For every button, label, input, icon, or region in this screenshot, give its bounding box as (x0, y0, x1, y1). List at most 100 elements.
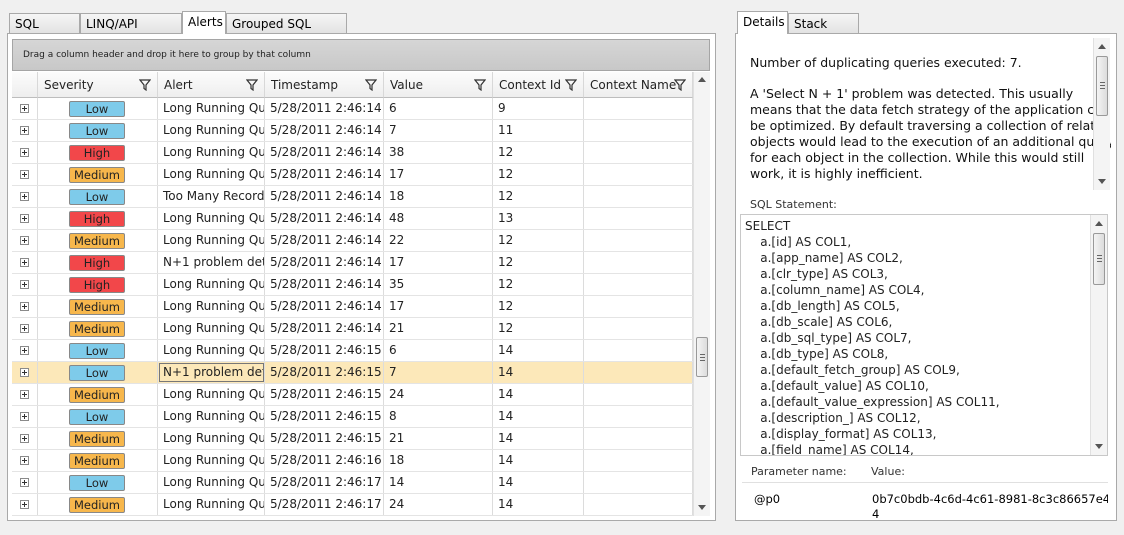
tab-grouped-sql-events[interactable]: Grouped SQL Events (226, 13, 347, 51)
expand-icon[interactable] (20, 456, 29, 465)
column-header-context-id[interactable]: Context Id (493, 72, 584, 98)
expand-icon[interactable] (20, 412, 29, 421)
expand-icon[interactable] (20, 126, 29, 135)
expand-cell[interactable] (12, 164, 38, 185)
expand-cell[interactable] (12, 362, 38, 383)
expand-cell[interactable] (12, 120, 38, 141)
group-by-panel[interactable]: Drag a column header and drop it here to… (12, 39, 710, 71)
table-row[interactable]: Low Long Running Que5/28/2011 2:46:14 AM7… (12, 120, 693, 142)
expand-icon[interactable] (20, 390, 29, 399)
table-row[interactable]: Medium Long Running Que 5/28/2011 2:46:14 … (12, 164, 693, 186)
timestamp-cell: 5/28/2011 2:46:15 AM (265, 384, 384, 405)
expand-icon[interactable] (20, 170, 29, 179)
sql-line: a.[field_name] AS COL14, (745, 443, 914, 456)
table-row[interactable]: High Long Running Que5/28/2011 2:46:14 AM… (12, 208, 693, 230)
scroll-thumb[interactable] (1096, 56, 1108, 116)
expand-cell[interactable] (12, 384, 38, 405)
expand-cell[interactable] (12, 318, 38, 339)
scroll-down-arrow[interactable] (1095, 444, 1103, 449)
expand-icon[interactable] (20, 214, 29, 223)
alert-cell: Long Running Que (158, 98, 265, 119)
table-row[interactable]: Medium Long Running Que 5/28/2011 2:46:15 … (12, 384, 693, 406)
timestamp-cell: 5/28/2011 2:46:15 AM (265, 428, 384, 449)
expand-cell[interactable] (12, 142, 38, 163)
column-header-alert[interactable]: Alert (158, 72, 265, 98)
table-row[interactable]: LowLong Running Que5/28/2011 2:46:17 AM1… (12, 472, 693, 494)
tab-sql-events[interactable]: SQL Events (9, 13, 80, 51)
expand-icon[interactable] (20, 346, 29, 355)
grid-vertical-scrollbar[interactable] (693, 72, 710, 516)
scroll-down-arrow[interactable] (698, 505, 706, 510)
scroll-up-arrow[interactable] (698, 77, 706, 82)
context-name-cell (584, 406, 693, 427)
sql-statement-box[interactable]: SELECT a.[id] AS COL1, a.[app_name] AS C… (740, 214, 1108, 456)
table-row[interactable]: Medium Long Running Que 5/28/2011 2:46:14 … (12, 318, 693, 340)
table-row[interactable]: Medium Long Running Que 5/28/2011 2:46:14 … (12, 296, 693, 318)
expand-icon[interactable] (20, 500, 29, 509)
expand-icon[interactable] (20, 148, 29, 157)
scroll-thumb[interactable] (1093, 233, 1105, 285)
expand-cell[interactable] (12, 450, 38, 471)
expand-icon[interactable] (20, 236, 29, 245)
alert-cell: Long Running Que (158, 142, 265, 163)
column-header-timestamp[interactable]: Timestamp (265, 72, 384, 98)
table-row[interactable]: Medium Long Running Que 5/28/2011 2:46:16 … (12, 450, 693, 472)
filter-icon[interactable] (674, 79, 686, 91)
expand-icon[interactable] (20, 368, 29, 377)
table-row[interactable]: Low Long Running Que5/28/2011 2:46:15 AM8… (12, 406, 693, 428)
grip-line (700, 360, 705, 361)
column-header-context-name[interactable]: Context Name (584, 72, 693, 98)
filter-icon[interactable] (474, 79, 486, 91)
expand-cell[interactable] (12, 494, 38, 515)
expand-cell[interactable] (12, 340, 38, 361)
scroll-up-arrow[interactable] (1098, 44, 1106, 49)
expand-icon[interactable] (20, 104, 29, 113)
filter-icon[interactable] (139, 79, 151, 91)
expand-cell[interactable] (12, 296, 38, 317)
table-row[interactable]: High Long Running Que5/28/2011 2:46:14 AM… (12, 274, 693, 296)
table-row[interactable]: Medium Long Running Que 5/28/2011 2:46:15 … (12, 428, 693, 450)
expand-cell[interactable] (12, 208, 38, 229)
scroll-down-arrow[interactable] (1098, 179, 1106, 184)
expand-icon[interactable] (20, 302, 29, 311)
expand-icon[interactable] (20, 434, 29, 443)
scroll-up-arrow[interactable] (1095, 221, 1103, 226)
expand-icon[interactable] (20, 258, 29, 267)
expand-cell[interactable] (12, 472, 38, 493)
expand-cell[interactable] (12, 252, 38, 273)
expand-cell[interactable] (12, 230, 38, 251)
expand-cell[interactable] (12, 428, 38, 449)
column-header-severity[interactable]: Severity (38, 72, 158, 98)
parameter-row[interactable]: @p0 0b7c0bdb-4c6d-4c61-8981-8c3c86657e4 … (742, 482, 1108, 518)
expand-icon[interactable] (20, 478, 29, 487)
sql-scrollbar[interactable] (1090, 215, 1107, 455)
scroll-thumb[interactable] (696, 337, 708, 377)
sql-line: a.[clr_type] AS COL3, (745, 267, 888, 281)
filter-icon[interactable] (565, 79, 577, 91)
table-row[interactable]: High N+1 problem dete5/28/2011 2:46:14 AM… (12, 252, 693, 274)
column-header-value[interactable]: Value (384, 72, 493, 98)
tab-details[interactable]: Details (737, 11, 788, 34)
description-scrollbar[interactable] (1093, 38, 1110, 190)
expand-cell[interactable] (12, 274, 38, 295)
table-row[interactable]: High Long Running Que5/28/2011 2:46:14 AM… (12, 142, 693, 164)
tab-stack-trace[interactable]: Stack Trace (788, 13, 859, 51)
tab-linq-api-events[interactable]: LINQ/API Events (80, 13, 182, 51)
table-row[interactable]: LowToo Many Records5/28/2011 2:46:14 AM1… (12, 186, 693, 208)
table-row[interactable]: Medium Long Running Que 5/28/2011 2:46:17 … (12, 494, 693, 516)
table-row[interactable]: Low N+1 problem dete5/28/2011 2:46:15 AM7… (12, 362, 693, 384)
filter-icon[interactable] (246, 79, 258, 91)
tab-alerts[interactable]: Alerts (182, 11, 226, 34)
expand-cell[interactable] (12, 98, 38, 119)
expand-icon[interactable] (20, 192, 29, 201)
severity-cell: Low (38, 340, 158, 361)
description-line: for each object in the collection. While… (750, 150, 1085, 165)
filter-icon[interactable] (365, 79, 377, 91)
table-row[interactable]: Low Long Running Que5/28/2011 2:46:14 AM6… (12, 98, 693, 120)
expand-icon[interactable] (20, 280, 29, 289)
expand-icon[interactable] (20, 324, 29, 333)
expand-cell[interactable] (12, 406, 38, 427)
table-row[interactable]: Medium Long Running Que 5/28/2011 2:46:14 … (12, 230, 693, 252)
table-row[interactable]: Low Long Running Que5/28/2011 2:46:15 AM6… (12, 340, 693, 362)
expand-cell[interactable] (12, 186, 38, 207)
